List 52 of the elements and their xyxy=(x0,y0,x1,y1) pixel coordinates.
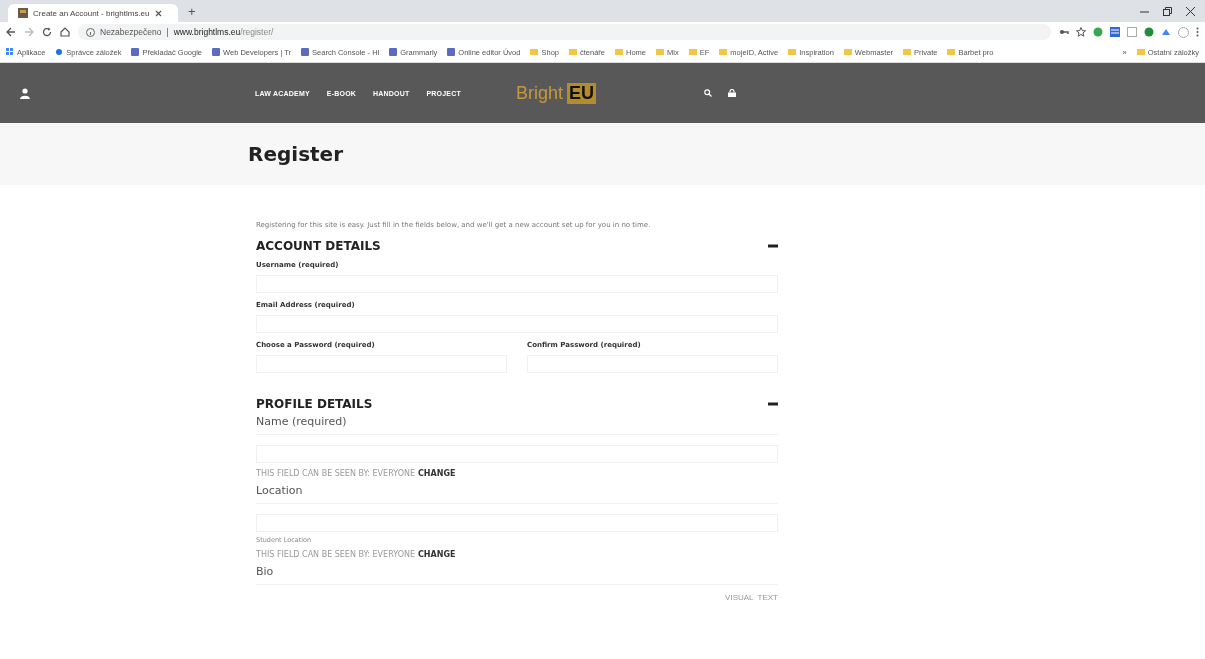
address-bar[interactable]: Nezabezpečeno | www.brightlms.eu/register/ xyxy=(78,24,1051,40)
field-label: Bio xyxy=(256,565,778,585)
favicon-icon xyxy=(389,48,398,56)
key-icon[interactable] xyxy=(1059,27,1069,37)
restore-icon[interactable] xyxy=(1163,6,1172,16)
folder-icon xyxy=(1136,48,1145,56)
security-label: Nezabezpečeno xyxy=(100,27,162,37)
dot-icon xyxy=(55,48,64,56)
user-icon[interactable] xyxy=(20,87,30,99)
folder-icon xyxy=(903,48,912,56)
section-title: ACCOUNT DETAILS xyxy=(256,239,381,253)
lock-icon[interactable] xyxy=(727,89,736,97)
close-icon[interactable] xyxy=(154,9,162,17)
change-link[interactable]: CHANGE xyxy=(418,550,456,559)
field-label: Name (required) xyxy=(256,415,778,435)
favicon-icon xyxy=(131,48,140,56)
visibility-note: THIS FIELD CAN BE SEEN BY: EVERYONE xyxy=(256,550,415,559)
field-label: Location xyxy=(256,484,778,504)
folder-icon xyxy=(788,48,797,56)
folder-icon xyxy=(569,48,577,56)
reload-icon[interactable] xyxy=(42,27,52,37)
apps-icon xyxy=(6,48,14,56)
folder-icon xyxy=(843,48,852,56)
menu-icon[interactable] xyxy=(1196,27,1199,37)
browser-tab[interactable]: Create an Account - brightlms.eu xyxy=(8,4,178,22)
folder-icon xyxy=(656,48,665,56)
favicon-icon xyxy=(18,8,28,18)
search-icon[interactable] xyxy=(703,89,712,97)
close-icon[interactable] xyxy=(1186,6,1195,16)
back-icon[interactable] xyxy=(6,27,16,37)
separator: | xyxy=(166,27,169,37)
folder-icon xyxy=(530,48,539,56)
star-icon[interactable] xyxy=(1076,27,1086,37)
home-icon[interactable] xyxy=(60,27,70,37)
page-title: Register xyxy=(248,142,344,166)
favicon-icon xyxy=(212,48,220,56)
tab-title: Create an Account - brightlms.eu xyxy=(33,8,150,18)
change-link[interactable]: CHANGE xyxy=(418,469,456,478)
visibility-note: THIS FIELD CAN BE SEEN BY: EVERYONE xyxy=(256,469,415,478)
folder-icon xyxy=(688,48,697,56)
url-text: www.brightlms.eu/register/ xyxy=(173,27,274,37)
extension-icon[interactable] xyxy=(1110,27,1120,37)
folder-icon xyxy=(719,48,728,56)
new-tab-button[interactable]: + xyxy=(188,3,196,19)
folder-icon xyxy=(947,48,956,56)
site-logo[interactable]: Bright EU xyxy=(515,82,596,104)
extension-icon[interactable] xyxy=(1093,27,1103,37)
section-title: PROFILE DETAILS xyxy=(256,397,373,411)
favicon-icon xyxy=(447,48,456,56)
favicon-icon xyxy=(301,48,310,56)
folder-icon xyxy=(615,48,623,56)
info-icon xyxy=(86,27,95,37)
